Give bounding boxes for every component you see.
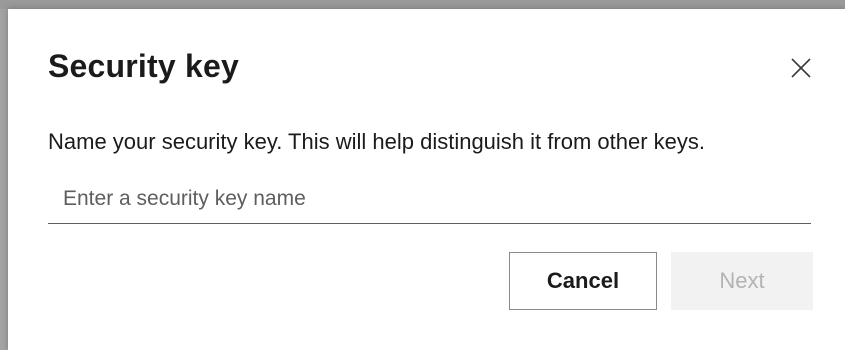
close-button[interactable]: [786, 53, 816, 83]
dialog-description: Name your security key. This will help d…: [48, 129, 705, 154]
backdrop-edge: [0, 0, 845, 9]
next-button[interactable]: Next: [671, 252, 813, 310]
close-icon: [786, 53, 816, 83]
security-key-dialog: Security key Name your security key. Thi…: [8, 9, 845, 350]
cancel-button[interactable]: Cancel: [509, 252, 657, 310]
dialog-backdrop: Security key Name your security key. Thi…: [0, 0, 845, 350]
security-key-name-field: [48, 179, 811, 224]
security-key-name-input[interactable]: [48, 179, 811, 219]
dialog-title: Security key: [48, 48, 239, 84]
